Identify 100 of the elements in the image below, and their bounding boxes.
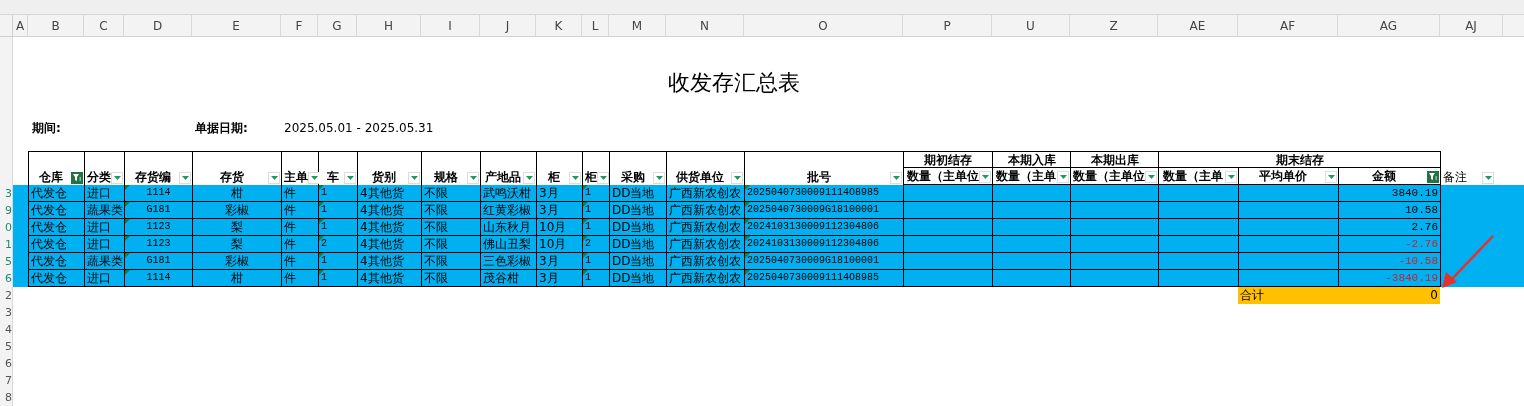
table-row[interactable]: 代发仓 进口 1114 柑 件 1 4其他货 不限 茂谷柑 3月 1 DD当地 广西新农创农 20250407300091114O8985 -3840.19 [13,270,1524,287]
table-row[interactable]: 代发仓 进口 1114 柑 件 1 4其他货 不限 武鸣沃柑 3月 1 DD当地 广西新农创农 20250407300091114O8985 3840.19 [13,185,1524,202]
column-letter[interactable]: E [192,15,281,36]
column-header-label: 仓库 [38,170,64,184]
filter-dropdown-button[interactable] [1225,171,1237,183]
column-letter[interactable]: AJ [1440,15,1503,36]
filter-dropdown-button[interactable] [179,172,191,184]
corner-marker-icon [125,270,130,275]
filter-dropdown-button[interactable] [111,172,123,184]
row-header[interactable]: 6 [0,270,13,287]
filter-dropdown-button[interactable] [467,172,479,184]
dropdown-triangle-icon [1227,175,1235,179]
table-cell: DD当地 [610,270,667,287]
filter-active-button[interactable] [71,172,83,184]
filter-dropdown-button[interactable] [731,172,743,184]
table-cell: 4其他货 [358,270,422,287]
dropdown-triangle-icon [1484,176,1492,180]
corner-marker-icon [125,185,130,190]
filter-dropdown-button[interactable] [1057,171,1069,183]
column-letter[interactable]: P [903,15,992,36]
column-letter[interactable]: U [992,15,1070,36]
column-letter[interactable]: AG [1338,15,1440,36]
table-cell: 20250407300091114O8985 [745,270,904,287]
row-header[interactable]: 2 [0,287,13,304]
column-header-label: 批号 [805,170,832,184]
filter-dropdown-button[interactable] [979,171,991,183]
corner-marker-icon [319,202,324,207]
filter-active-button[interactable] [1427,171,1439,183]
dropdown-triangle-icon [346,176,354,180]
corner-marker-icon [125,236,130,241]
column-header-label: 平均单价 [1258,169,1308,183]
date-range: 2025.05.01 - 2025.05.31 [283,119,434,137]
filter-dropdown-button[interactable] [1482,172,1494,184]
dropdown-triangle-icon [113,176,121,180]
filter-dropdown-button[interactable] [523,172,535,184]
column-letter[interactable]: A [13,15,28,36]
corner-marker-icon [745,185,750,190]
column-letter[interactable]: H [357,15,421,36]
row-header[interactable]: 7 [0,372,13,389]
filter-dropdown-button[interactable] [597,172,609,184]
dropdown-triangle-icon [1147,175,1155,179]
column-letter[interactable]: I [421,15,480,36]
table-cell: 茂谷柑 [481,270,537,287]
column-letter[interactable]: L [582,15,609,36]
column-letter[interactable]: O [744,15,903,36]
table-row[interactable]: 代发仓 进口 1123 梨 件 2 4其他货 不限 佛山丑梨 10月 2 DD当地 广西新农创农 2024103130009112304806 -2.76 [13,236,1524,253]
corner-marker-icon [583,236,588,241]
corner-marker-icon [583,270,588,275]
column-letter[interactable]: C [84,15,124,36]
row-header[interactable]: 0 [0,219,13,236]
row-header[interactable]: 3 [0,304,13,321]
column-letter[interactable]: N [666,15,744,36]
row-header[interactable]: 5 [0,338,13,355]
row-header[interactable]: 8 [0,389,13,406]
corner-marker-icon [583,185,588,190]
filter-dropdown-button[interactable] [408,172,420,184]
table-row[interactable]: 代发仓 蔬果类 G181 彩椒 件 1 4其他货 不限 三色彩椒 3月 1 DD当地 广西新农创农 2025040730009G18100001 -10.58 [13,253,1524,270]
table-cell: 进口 [85,270,125,287]
dropdown-triangle-icon [571,176,579,180]
filter-dropdown-button[interactable] [653,172,665,184]
column-letter[interactable]: Z [1070,15,1158,36]
dropdown-triangle-icon [525,176,533,180]
row-header[interactable]: 5 [0,253,13,270]
column-letter[interactable]: M [609,15,666,36]
column-letter[interactable]: G [318,15,357,36]
column-letter[interactable]: AF [1238,15,1338,36]
column-letter[interactable]: K [536,15,582,36]
row-header[interactable]: 9 [0,202,13,219]
column-letter[interactable]: AE [1158,15,1238,36]
filter-dropdown-button[interactable] [308,172,320,184]
dropdown-triangle-icon [981,175,989,179]
table-row[interactable]: 代发仓 蔬果类 G181 彩椒 件 1 4其他货 不限 红黄彩椒 3月 1 DD当地 广西新农创农 2025040730009G18100001 10.58 [13,202,1524,219]
dropdown-triangle-icon [599,176,607,180]
table-cell: 广西新农创农 [667,270,745,287]
corner-marker-icon [583,202,588,207]
filter-dropdown-button[interactable] [1145,171,1157,183]
row-header[interactable]: 1 [0,236,13,253]
column-letter[interactable]: F [281,15,318,36]
corner-marker-icon [745,219,750,224]
column-letter[interactable]: B [28,15,84,36]
column-header-label: 车 [325,170,340,184]
column-header-label: 数量（主单 [995,169,1057,183]
filter-dropdown-button[interactable] [1325,171,1337,183]
corner-marker-icon [745,202,750,207]
dropdown-triangle-icon [410,176,418,180]
table-row[interactable]: 代发仓 进口 1123 梨 件 1 4其他货 不限 山东秋月 10月 1 DD当地 广西新农创农 2024103130009112304806 2.76 [13,219,1524,236]
column-letter[interactable]: D [124,15,192,36]
funnel-icon [73,174,81,182]
filter-dropdown-button[interactable] [890,172,902,184]
row-header[interactable]: 4 [0,321,13,338]
row-header[interactable]: 6 [0,355,13,372]
dropdown-triangle-icon [270,176,278,180]
row-header[interactable]: 3 [0,185,13,202]
table-cell: 1 [583,270,610,287]
column-letter[interactable]: J [480,15,536,36]
filter-dropdown-button[interactable] [268,172,280,184]
corner-marker-icon [319,219,324,224]
filter-dropdown-button[interactable] [344,172,356,184]
corner-marker-icon [745,236,750,241]
filter-dropdown-button[interactable] [569,172,581,184]
